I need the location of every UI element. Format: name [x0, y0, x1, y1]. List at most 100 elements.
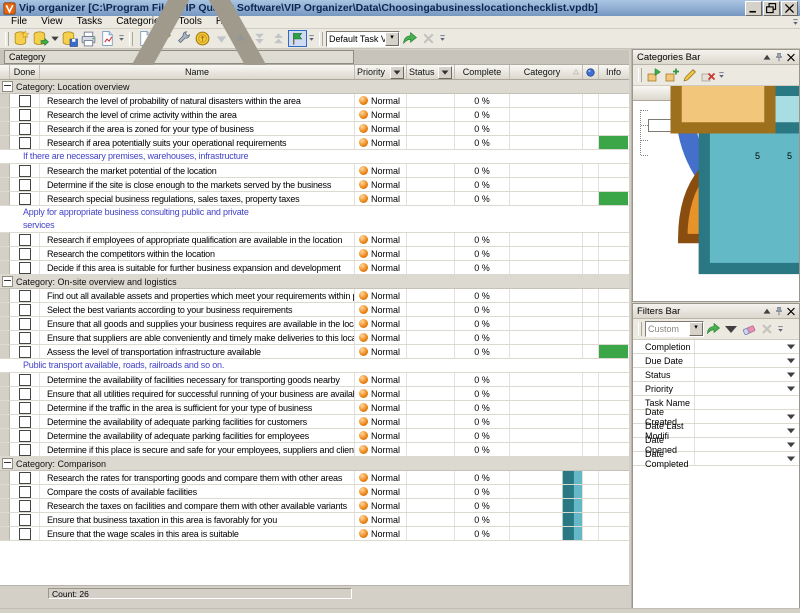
close-button[interactable]	[781, 1, 798, 16]
done-checkbox[interactable]	[19, 500, 31, 512]
toolbar-overflow-chevron-3[interactable]	[438, 32, 447, 45]
task-row[interactable]: Research the rates for transporting good…	[0, 471, 629, 485]
categories-close-button[interactable]	[785, 52, 797, 63]
move-top-button[interactable]	[269, 30, 288, 47]
menu-item-file[interactable]: File	[4, 16, 34, 28]
task-row[interactable]: Determine if this place is secure and sa…	[0, 443, 629, 457]
done-checkbox[interactable]	[19, 248, 31, 260]
task-row[interactable]: Determine if the traffic in the area is …	[0, 401, 629, 415]
done-checkbox[interactable]	[19, 193, 31, 205]
done-checkbox[interactable]	[19, 109, 31, 121]
group-row[interactable]: Category: Location overview	[0, 80, 629, 94]
done-checkbox[interactable]	[19, 388, 31, 400]
task-row[interactable]: Research the level of probability of nat…	[0, 94, 629, 108]
task-row[interactable]: Ensure that suppliers are able convenien…	[0, 331, 629, 345]
filters-overflow-chevron[interactable]	[776, 323, 785, 336]
done-checkbox[interactable]	[19, 402, 31, 414]
column-header-status[interactable]: Status	[407, 65, 455, 79]
toolbar-grip[interactable]	[5, 32, 9, 46]
done-checkbox[interactable]	[19, 165, 31, 177]
done-checkbox[interactable]	[19, 123, 31, 135]
group-by-category-tab[interactable]: Category	[4, 50, 354, 64]
filter-row[interactable]: Due Date	[633, 354, 799, 368]
task-row[interactable]: Ensure that all utilities required for s…	[0, 387, 629, 401]
task-row[interactable]: Research if area potentially suits your …	[0, 136, 629, 150]
task-row[interactable]: Compare the costs of available facilitie…	[0, 485, 629, 499]
done-checkbox[interactable]	[19, 234, 31, 246]
apply-filter-button[interactable]	[704, 321, 722, 337]
apply-filter-dropdown[interactable]	[722, 321, 740, 337]
done-checkbox[interactable]	[19, 332, 31, 344]
task-row[interactable]: Determine the availability of adequate p…	[0, 415, 629, 429]
done-checkbox[interactable]	[19, 374, 31, 386]
filter-dropdown-button[interactable]	[785, 369, 797, 380]
filter-preset-dropdown-arrow[interactable]: ▾	[689, 322, 703, 336]
task-row[interactable]: Ensure that all goods and supplies your …	[0, 317, 629, 331]
filter-row[interactable]: Status	[633, 368, 799, 382]
column-header-info[interactable]: Info	[599, 65, 628, 79]
task-row[interactable]: Research if employees of appropriate qua…	[0, 233, 629, 247]
task-row[interactable]: Find out all available assets and proper…	[0, 289, 629, 303]
column-header-category[interactable]: Category	[510, 65, 583, 79]
task-row[interactable]: Research the competitors within the loca…	[0, 247, 629, 261]
column-header-done[interactable]: Done	[10, 65, 40, 79]
move-bottom-button[interactable]	[250, 30, 269, 47]
done-checkbox[interactable]	[19, 290, 31, 302]
filter-preset-combobox[interactable]: Custom ▾	[645, 321, 704, 337]
task-row[interactable]: Ensure that business taxation in this ar…	[0, 513, 629, 527]
task-row[interactable]: Select the best variants according to yo…	[0, 303, 629, 317]
collapse-group-button[interactable]	[2, 81, 13, 92]
done-checkbox[interactable]	[19, 179, 31, 191]
add-subcategory-button[interactable]	[663, 67, 681, 83]
filter-dropdown-button[interactable]	[785, 411, 797, 422]
task-row[interactable]: Research special business regulations, s…	[0, 192, 629, 206]
done-checkbox[interactable]	[19, 514, 31, 526]
done-checkbox[interactable]	[19, 318, 31, 330]
column-header-name[interactable]: Name	[40, 65, 355, 79]
collapse-group-button[interactable]	[2, 458, 13, 469]
column-header-priority[interactable]: Priority	[355, 65, 407, 79]
filters-close-button[interactable]	[785, 306, 797, 317]
apply-view-button[interactable]	[400, 30, 419, 47]
toolbar-grip[interactable]	[638, 68, 642, 82]
filter-dropdown-button[interactable]	[785, 439, 797, 450]
toolbar-grip[interactable]	[638, 322, 642, 336]
filter-dropdown-button[interactable]	[785, 425, 797, 436]
column-header-complete[interactable]: Complete	[455, 65, 510, 79]
minimize-button[interactable]	[745, 1, 762, 16]
task-row[interactable]: Research if the area is zoned for your t…	[0, 122, 629, 136]
group-row[interactable]: Category: Comparison	[0, 457, 629, 471]
done-checkbox[interactable]	[19, 304, 31, 316]
done-checkbox[interactable]	[19, 444, 31, 456]
delete-filter-button[interactable]	[758, 321, 776, 337]
clear-view-button[interactable]	[419, 30, 438, 47]
filter-dropdown-button[interactable]	[785, 383, 797, 394]
column-header-info-dot[interactable]	[583, 65, 599, 79]
priority-filter-button[interactable]	[390, 66, 404, 79]
move-down-button[interactable]	[212, 30, 231, 47]
categories-pin-button[interactable]	[773, 52, 785, 63]
filters-collapse-button[interactable]	[761, 306, 773, 317]
new-database-button[interactable]	[12, 30, 31, 47]
task-row[interactable]: Research the level of crime activity wit…	[0, 108, 629, 122]
task-view-dropdown-arrow[interactable]: ▾	[385, 32, 399, 46]
filter-dropdown-button[interactable]	[785, 355, 797, 366]
task-row[interactable]: Determine if the site is close enough to…	[0, 178, 629, 192]
task-row[interactable]: Determine the availability of adequate p…	[0, 429, 629, 443]
move-up-button[interactable]	[231, 30, 250, 47]
task-row[interactable]: Determine the availability of facilities…	[0, 373, 629, 387]
done-checkbox[interactable]	[19, 262, 31, 274]
categories-overflow-chevron[interactable]	[717, 69, 726, 82]
task-row[interactable]: Decide if this area is suitable for furt…	[0, 261, 629, 275]
done-checkbox[interactable]	[19, 416, 31, 428]
done-checkbox[interactable]	[19, 137, 31, 149]
open-database-button[interactable]	[31, 30, 50, 47]
edit-category-button[interactable]	[681, 67, 699, 83]
status-filter-button[interactable]	[438, 66, 452, 79]
filter-dropdown-button[interactable]	[785, 453, 797, 464]
tree-item[interactable]: Comparison55	[633, 148, 799, 163]
done-checkbox[interactable]	[19, 346, 31, 358]
restore-button[interactable]	[763, 1, 780, 16]
delete-category-button[interactable]	[699, 67, 717, 83]
done-checkbox[interactable]	[19, 528, 31, 540]
